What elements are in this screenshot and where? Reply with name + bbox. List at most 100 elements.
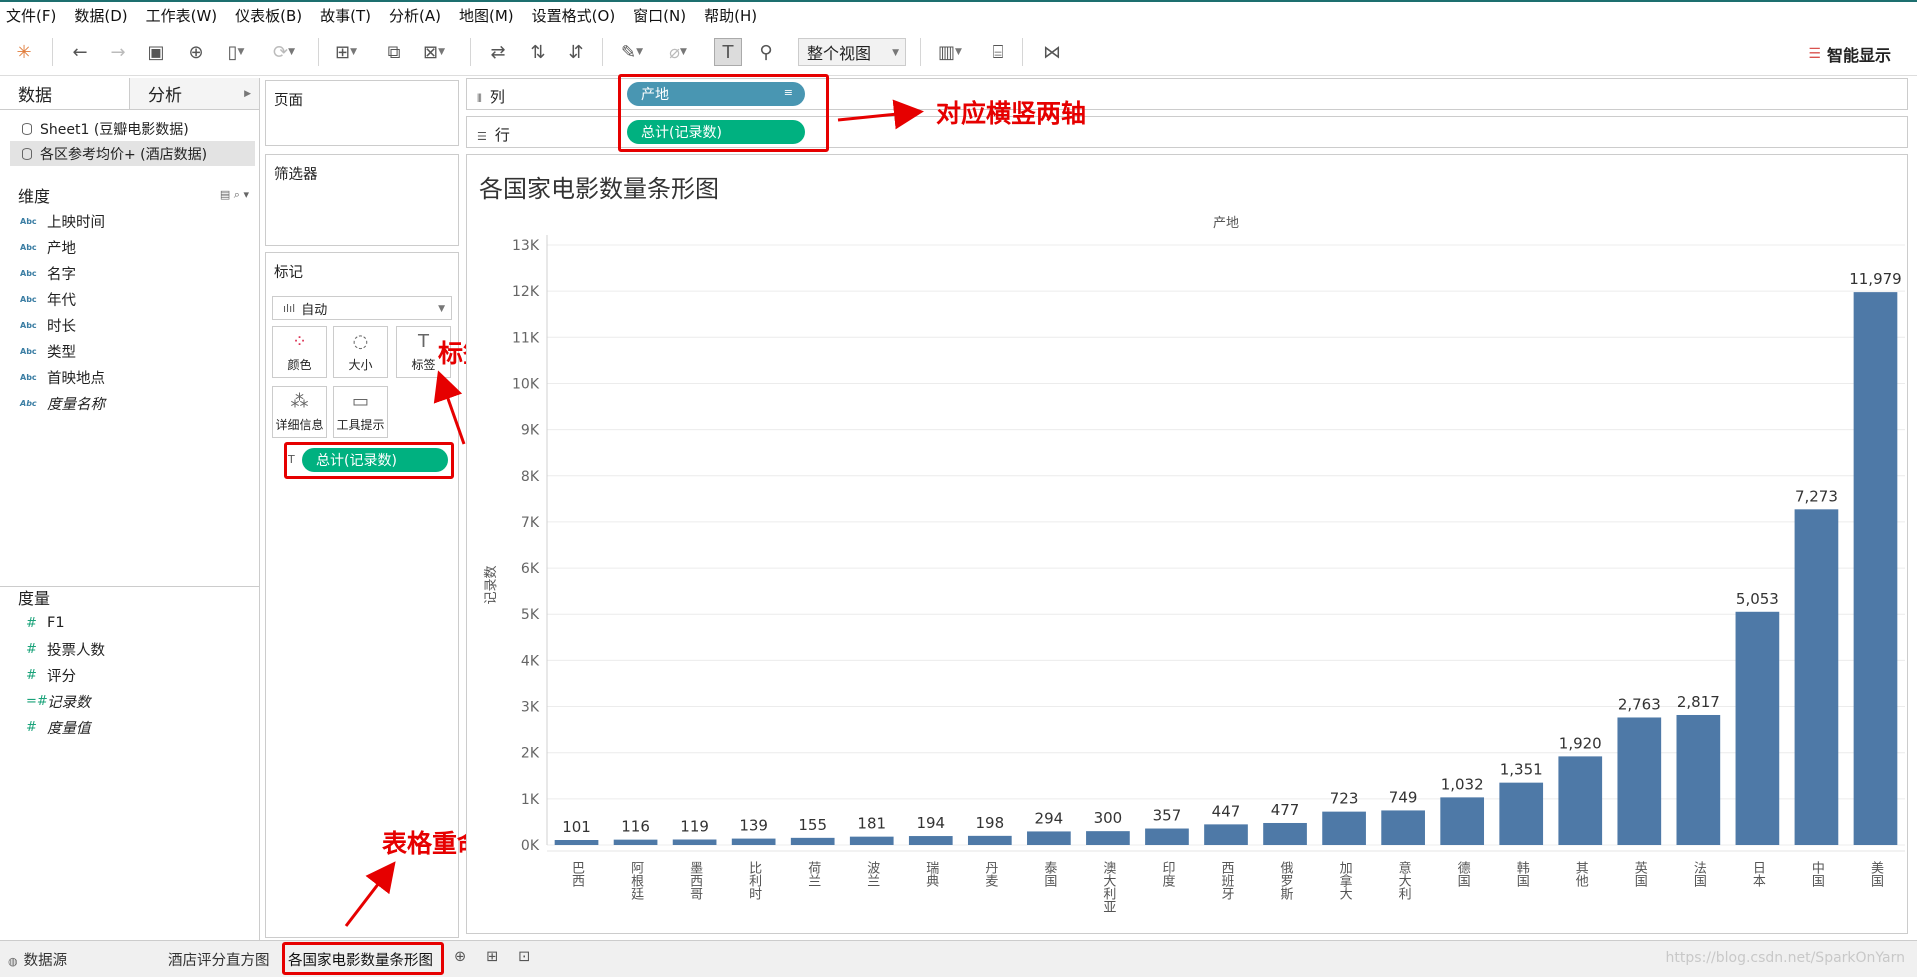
fit-view-select[interactable]: 整个视图 ▼ <box>798 38 906 66</box>
color-button[interactable]: ⁘ 颜色 <box>272 326 327 378</box>
field-origin[interactable]: Abc 产地 <box>0 234 259 260</box>
sheet-tab-hotel-histogram[interactable]: 酒店评分直方图 <box>168 949 270 970</box>
tab-data[interactable]: 数据 <box>0 78 130 109</box>
menu-data[interactable]: 数据(D) <box>74 5 127 26</box>
show-me-button[interactable]: ☰ 智能显示 <box>1808 42 1891 66</box>
tab-analysis[interactable]: 分析 ▶ <box>130 78 259 109</box>
field-era[interactable]: Abc 年代 <box>0 286 259 312</box>
text-label-icon: T <box>418 330 429 352</box>
tableau-logo-icon[interactable]: ✳ <box>10 38 38 66</box>
filters-card[interactable]: 筛选器 <box>265 154 459 246</box>
tooltip-button[interactable]: ▭ 工具提示 <box>333 386 388 438</box>
menu-story[interactable]: 故事(T) <box>320 5 371 26</box>
pause-updates-icon[interactable]: ▯ ▼ <box>222 38 250 66</box>
mark-type-value: 自动 <box>301 302 328 318</box>
menu-format[interactable]: 设置格式(O) <box>532 5 616 26</box>
data-label: 116 <box>621 818 650 836</box>
new-datasource-icon[interactable]: ⊕ <box>182 38 210 66</box>
menu-window[interactable]: 窗口(N) <box>633 5 686 26</box>
bar-chart: 产地记录数 0K 1K 2K 3K 4K 5K 6K 7K 8K 9K 10K 11K 12K 13K 101… <box>484 216 1905 913</box>
x-tick-label: 比利时 <box>746 861 762 900</box>
y-tick-label: 12K <box>512 284 540 300</box>
field-genre[interactable]: Abc 类型 <box>0 338 259 364</box>
search-icon[interactable]: ▤ ⌕ ▾ <box>220 188 249 202</box>
watermark: https://blog.csdn.net/SparkOnYarn <box>1665 950 1905 966</box>
clear-sheet-icon[interactable]: ⊠ ▼ <box>420 38 448 66</box>
field-record-count[interactable]: =# 记录数 <box>0 688 259 714</box>
annotation-axes: 对应横竖两轴 <box>936 99 1087 128</box>
menu-dashboard[interactable]: 仪表板(B) <box>235 5 302 26</box>
bar <box>1676 714 1721 845</box>
field-duration[interactable]: Abc 时长 <box>0 312 259 338</box>
bar <box>849 836 894 845</box>
number-icon: # <box>26 719 37 735</box>
datasource-douban[interactable]: Sheet1 (豆瓣电影数据) <box>0 116 259 141</box>
x-axis-title: 产地 <box>1213 216 1239 231</box>
database-icon: ◍ <box>8 955 18 968</box>
mark-type-select[interactable]: ılıl 自动 ▼ <box>272 296 452 320</box>
x-tick-label: 阿根廷 <box>628 861 644 901</box>
y-axis-title: 记录数 <box>484 565 499 604</box>
group-members-icon[interactable]: ⌀ ▼ <box>664 38 692 66</box>
datasource-label: Sheet1 (豆瓣电影数据) <box>40 121 189 138</box>
datasource-hotel[interactable]: 各区参考均价+ (酒店数据) <box>10 141 255 166</box>
datasource-tab[interactable]: ◍ 数据源 <box>8 949 67 970</box>
show-mark-labels-icon[interactable]: T <box>714 38 742 66</box>
show-cards-icon[interactable]: ▥ ▼ <box>936 38 964 66</box>
menu-help[interactable]: 帮助(H) <box>704 5 757 26</box>
field-release-time[interactable]: Abc 上映时间 <box>0 208 259 234</box>
bar <box>731 838 776 845</box>
y-tick-label: 8K <box>521 469 540 485</box>
chart-view[interactable]: 各国家电影数量条形图 产地 记录数 0K 1K 2K 3K 4K 5K 6K 7K 8K 9K 10K 1… <box>466 154 1908 934</box>
field-label: 评分 <box>47 668 76 685</box>
x-tick-label: 丹麦 <box>982 861 998 887</box>
x-tick-label: 中国 <box>1809 861 1824 887</box>
menu-file[interactable]: 文件(F) <box>6 5 56 26</box>
pages-title: 页面 <box>274 93 303 109</box>
undo-icon[interactable]: ← <box>66 38 94 66</box>
sort-ascending-icon[interactable]: ⇅ <box>524 38 552 66</box>
sort-descending-icon[interactable]: ⇵ <box>562 38 590 66</box>
x-tick-label: 德国 <box>1455 861 1471 887</box>
toolbar-separator <box>470 38 471 66</box>
bar <box>1381 810 1425 845</box>
menu-map[interactable]: 地图(M) <box>459 5 514 26</box>
field-rating[interactable]: # 评分 <box>0 662 259 688</box>
fix-axes-icon[interactable]: ⚲ <box>752 38 780 66</box>
bar <box>1617 717 1662 845</box>
menu-worksheet[interactable]: 工作表(W) <box>146 5 218 26</box>
field-f1[interactable]: # F1 <box>0 610 259 636</box>
share-icon[interactable]: ⋈ <box>1038 38 1066 66</box>
field-votes[interactable]: # 投票人数 <box>0 636 259 662</box>
size-button[interactable]: ◌ 大小 <box>333 326 388 378</box>
new-dashboard-icon[interactable]: ⊞ <box>486 949 498 965</box>
data-label: 749 <box>1389 788 1418 806</box>
field-name[interactable]: Abc 名字 <box>0 260 259 286</box>
x-tick-label: 印度 <box>1159 861 1175 887</box>
field-measure-values[interactable]: # 度量值 <box>0 714 259 740</box>
field-measure-names[interactable]: Abc 度量名称 <box>0 390 259 416</box>
bar <box>1499 782 1544 845</box>
redo-icon[interactable]: → <box>104 38 132 66</box>
dimensions-title: 维度 <box>18 187 51 206</box>
duplicate-sheet-icon[interactable]: ⧉ <box>380 38 408 66</box>
highlight-icon[interactable]: ✎ ▼ <box>618 38 646 66</box>
save-icon[interactable]: ▣ <box>142 38 170 66</box>
field-premiere-location[interactable]: Abc 首映地点 <box>0 364 259 390</box>
toolbar-separator <box>52 38 53 66</box>
presentation-mode-icon[interactable]: ⌸ <box>984 38 1012 66</box>
new-worksheet-icon[interactable]: ⊕ <box>454 949 466 965</box>
new-worksheet-icon[interactable]: ⊞ ▼ <box>332 38 360 66</box>
new-story-icon[interactable]: ⊡ <box>518 949 530 965</box>
refresh-icon[interactable]: ⟳ ▼ <box>270 38 298 66</box>
pages-card[interactable]: 页面 <box>265 80 459 146</box>
bar <box>1145 828 1189 845</box>
menu-analysis[interactable]: 分析(A) <box>389 5 441 26</box>
x-tick-label: 美国 <box>1868 861 1884 887</box>
number-icon: # <box>26 615 37 631</box>
columns-shelf-label: ⦀ 列 <box>477 86 505 107</box>
show-me-icon: ☰ <box>1808 46 1821 62</box>
data-pane-tabs: 数据 分析 ▶ <box>0 78 259 110</box>
swap-axes-icon[interactable]: ⇄ <box>484 38 512 66</box>
detail-button[interactable]: ⁂ 详细信息 <box>272 386 327 438</box>
